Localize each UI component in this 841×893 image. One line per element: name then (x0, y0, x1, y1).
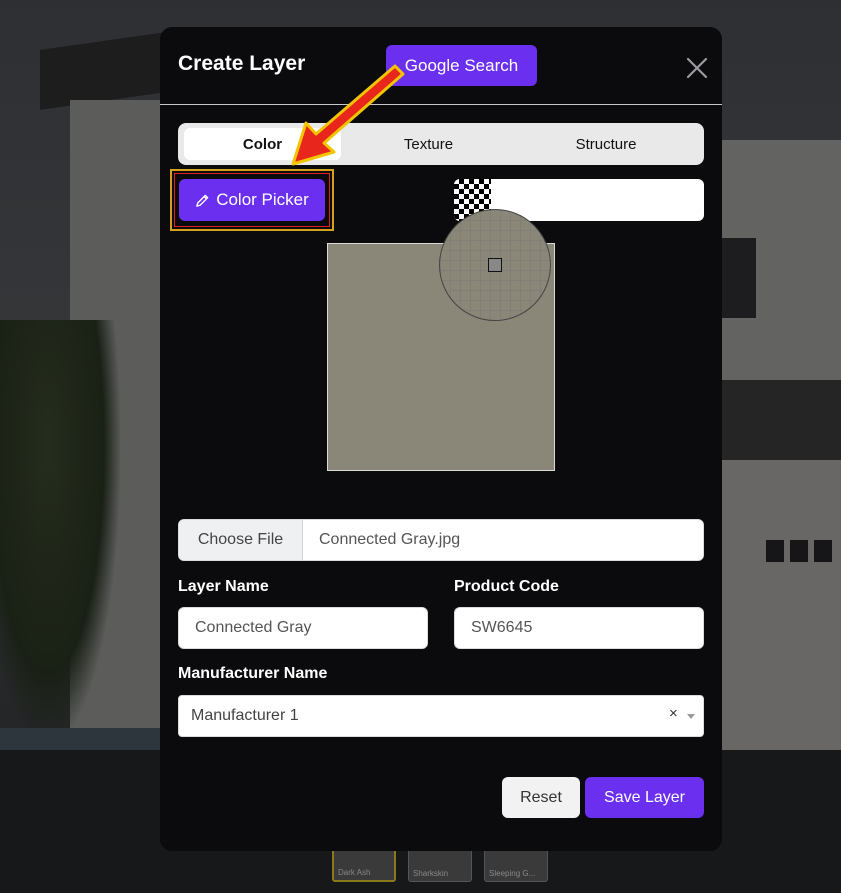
modal-header: Create Layer Google Search (160, 27, 722, 105)
save-layer-button[interactable]: Save Layer (585, 777, 704, 818)
tab-structure[interactable]: Structure (523, 128, 689, 160)
tab-color[interactable]: Color (184, 128, 341, 160)
layer-name-input[interactable] (178, 607, 428, 649)
layer-name-label: Layer Name (178, 578, 269, 595)
modal-title: Create Layer (178, 52, 306, 75)
thumbnail-label: Sharkskin (413, 869, 449, 878)
selected-file-name: Connected Gray.jpg (319, 531, 461, 548)
color-picker-label: Color Picker (216, 190, 309, 209)
manufacturer-selected-value: Manufacturer 1 (191, 707, 299, 724)
thumbnail-label: Dark Ash (338, 868, 371, 877)
choose-file-button[interactable]: Choose File (179, 520, 303, 560)
layer-type-tabs: Color Texture Structure (178, 123, 704, 165)
manufacturer-name-label: Manufacturer Name (178, 665, 328, 682)
close-icon[interactable] (685, 56, 709, 80)
reset-button[interactable]: Reset (502, 777, 580, 818)
product-code-input[interactable] (454, 607, 704, 649)
manufacturer-select[interactable]: Manufacturer 1 × (178, 695, 704, 737)
clear-icon[interactable]: × (669, 705, 678, 722)
google-search-button[interactable]: Google Search (386, 45, 537, 86)
chevron-down-icon[interactable] (687, 714, 695, 719)
tab-texture[interactable]: Texture (350, 128, 507, 160)
product-code-label: Product Code (454, 578, 559, 595)
file-input[interactable]: Choose File Connected Gray.jpg (178, 519, 704, 561)
pencil-icon (196, 194, 209, 207)
magnifier-center-pixel (488, 258, 502, 272)
create-layer-modal: Create Layer Google Search Color Texture… (160, 27, 722, 851)
color-picker-button[interactable]: Color Picker (179, 179, 325, 221)
thumbnail-label: Sleeping G... (489, 869, 536, 878)
color-magnifier-loupe (439, 209, 551, 321)
